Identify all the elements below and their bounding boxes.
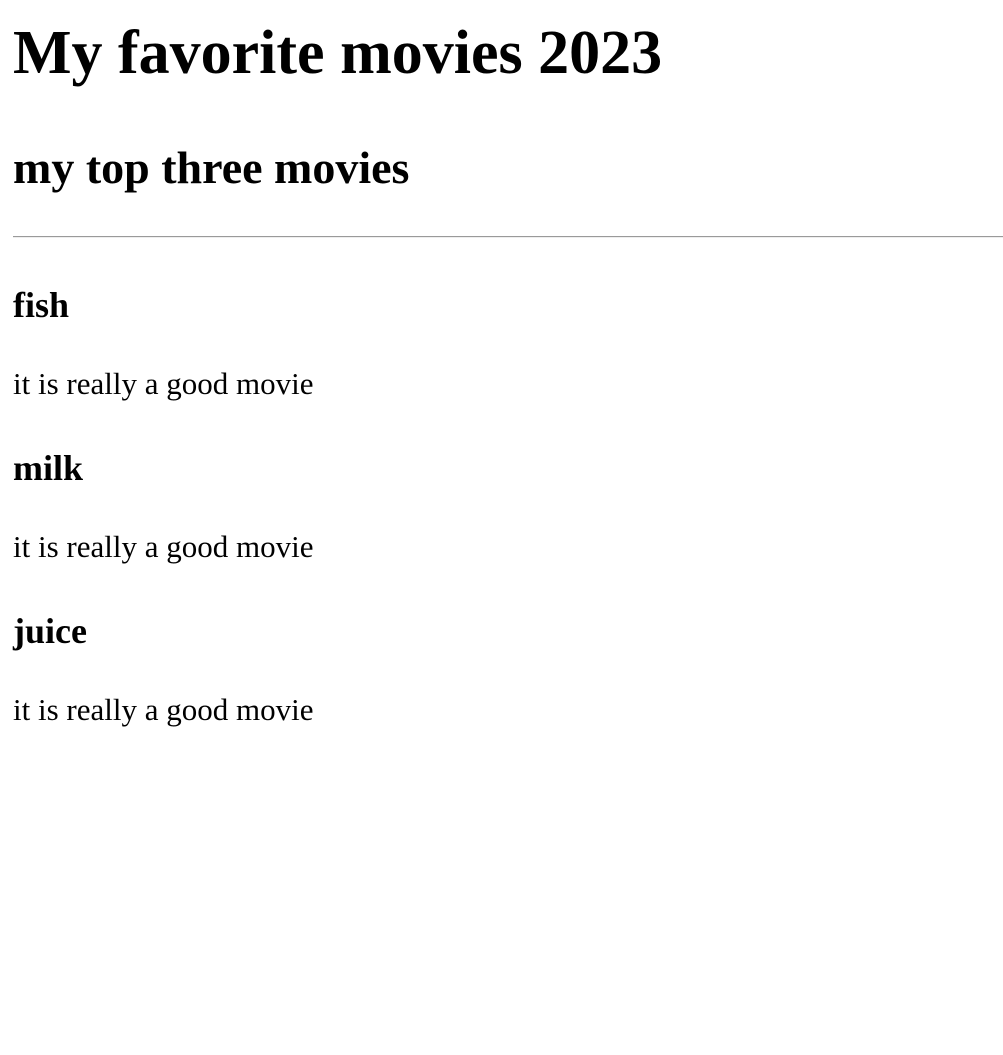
- movie-title: milk: [13, 448, 84, 488]
- movie-description: it is really a good movie: [13, 529, 314, 564]
- movie-description: it is really a good movie: [13, 366, 314, 401]
- movie-title: fish: [13, 285, 70, 325]
- movie-item: fish it is really a good movie: [13, 276, 913, 439]
- movie-title: juice: [13, 611, 87, 651]
- movie-item: juice it is really a good movie: [13, 602, 913, 765]
- movie-description: it is really a good movie: [13, 692, 314, 727]
- horizontal-rule: [13, 236, 1003, 238]
- movie-list: fish it is really a good movie milk it i…: [13, 276, 913, 765]
- movie-item: milk it is really a good movie: [13, 439, 913, 602]
- page-title: My favorite movies 2023: [13, 19, 663, 87]
- page: My favorite movies 2023 my top three mov…: [0, 0, 1003, 1055]
- page-subtitle: my top three movies: [13, 142, 410, 193]
